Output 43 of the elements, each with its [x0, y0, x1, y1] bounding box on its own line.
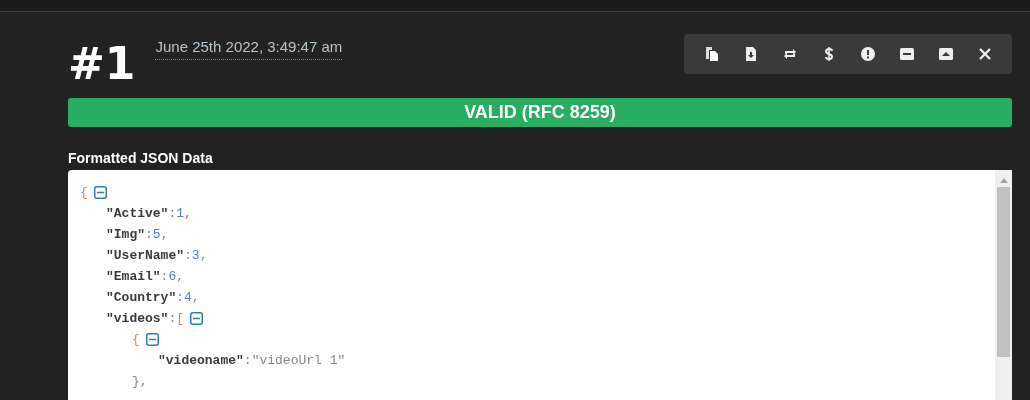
colon: :	[160, 267, 169, 286]
colon: :	[184, 246, 192, 265]
json-value: 4	[184, 288, 192, 307]
bracket: {	[132, 330, 140, 349]
close-icon	[976, 46, 993, 62]
collapse-icon[interactable]	[145, 333, 159, 346]
minus-square-icon	[898, 46, 915, 62]
colon: :	[243, 351, 252, 370]
json-key: "Country"	[106, 287, 177, 308]
bracket: [	[176, 309, 185, 328]
bracket: {	[80, 183, 88, 202]
json-key: "videos"	[106, 308, 169, 329]
comma: ,	[160, 225, 169, 244]
json-value: 3	[191, 246, 200, 265]
scrollbar-thumb[interactable]	[997, 187, 1010, 357]
entry-number: #1	[68, 42, 136, 86]
colon: :	[168, 204, 177, 223]
json-key: "videoname"	[158, 350, 244, 371]
colon: :	[176, 288, 185, 307]
json-value: 6	[168, 267, 177, 286]
timestamp: June 25th 2022, 3:49:47 am	[155, 36, 343, 60]
json-key: "UserName"	[106, 245, 184, 266]
json-key: "Email"	[106, 266, 161, 287]
colon: :	[145, 225, 153, 244]
json-value: 1	[176, 204, 185, 223]
bracket: },	[132, 372, 148, 391]
collapse-icon[interactable]	[93, 186, 107, 199]
json-key: "Img"	[106, 224, 145, 245]
comma: ,	[176, 267, 185, 286]
comma: ,	[199, 246, 208, 265]
copy-icon	[703, 46, 720, 62]
status-banner: VALID (RFC 8259)	[68, 98, 1012, 127]
section-title: Formatted JSON Data	[68, 149, 214, 168]
json-value: 5	[152, 225, 161, 244]
scrollbar[interactable]	[995, 170, 1012, 400]
comma: ,	[184, 204, 192, 223]
json-key: "Active"	[106, 203, 169, 224]
caret-up-icon	[937, 46, 954, 62]
exclamation-icon	[859, 46, 876, 62]
colon: :	[168, 309, 177, 328]
comma: ,	[191, 288, 200, 307]
json-value: "videoUrl 1"	[251, 351, 346, 370]
collapse-icon[interactable]	[190, 312, 204, 325]
